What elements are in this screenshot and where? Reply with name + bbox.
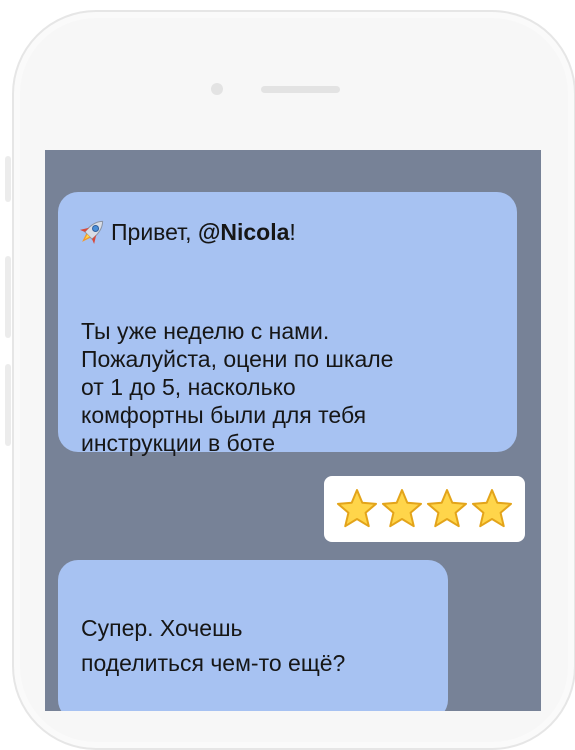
bot-message-followup: Супер. Хочешь поделиться чем-то ещё? xyxy=(58,560,448,711)
earpiece-speaker xyxy=(261,86,340,93)
star-icon xyxy=(336,489,378,528)
greeting-suffix: ! xyxy=(289,219,296,245)
chat-screen[interactable]: Привет, @Nicola! Ты уже неделю с нами. П… xyxy=(45,150,541,711)
bot-message-survey: Привет, @Nicola! Ты уже неделю с нами. П… xyxy=(58,192,517,456)
message-line: комфортны были для тебя xyxy=(81,402,367,428)
user-mention-link[interactable]: @Nicola xyxy=(198,218,289,246)
message-line: инструкции в боте xyxy=(81,430,276,456)
message-text: Супер. Хочешь поделиться чем-то ещё? xyxy=(81,611,345,681)
greeting-line: Привет, @Nicola! xyxy=(75,215,296,249)
front-camera xyxy=(211,83,223,95)
side-button-volume-down xyxy=(5,364,11,446)
message-line: Пожалуйста, оцени по шкале xyxy=(81,346,394,372)
rocket-icon xyxy=(79,220,104,245)
star-icon xyxy=(381,489,423,528)
greeting-prefix: Привет, xyxy=(111,219,192,245)
message-text: Ты уже неделю с нами. Пожалуйста, оцени … xyxy=(81,317,501,457)
star-icon xyxy=(471,489,513,528)
side-button-volume-up xyxy=(5,256,11,338)
user-rating-reply xyxy=(324,476,525,542)
message-line: от 1 до 5, насколько xyxy=(81,374,296,400)
message-line: поделиться чем-то ещё? xyxy=(81,650,346,676)
message-line: Супер. Хочешь xyxy=(81,615,243,641)
side-button-top xyxy=(5,156,11,202)
message-line: Ты уже неделю с нами. xyxy=(81,318,330,344)
star-icon xyxy=(426,489,468,528)
